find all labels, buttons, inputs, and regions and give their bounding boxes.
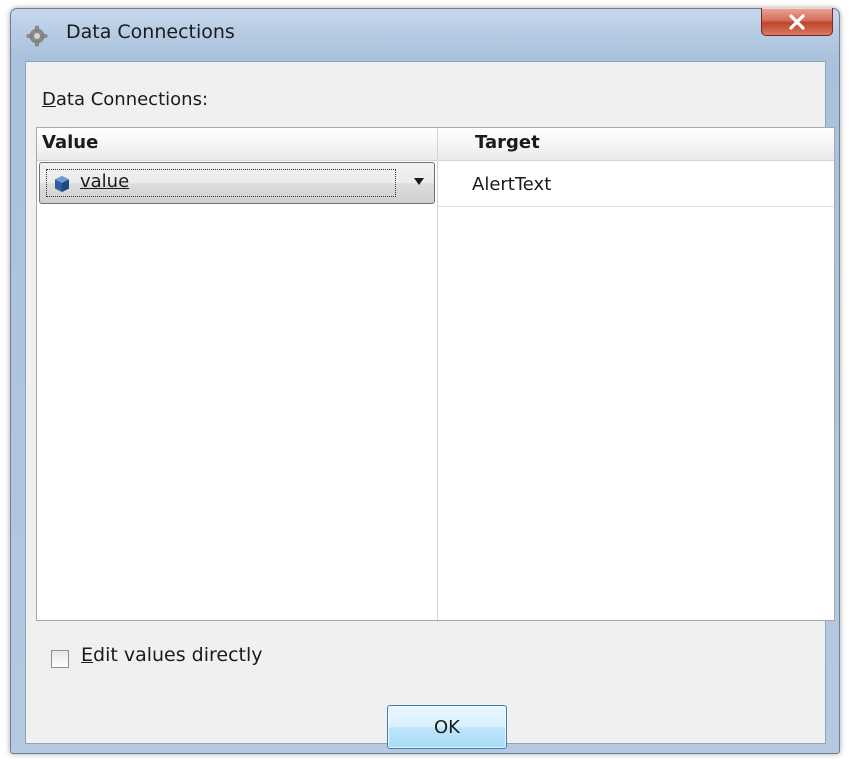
grid-header: Value Target bbox=[37, 128, 834, 161]
edit-values-checkbox[interactable] bbox=[51, 650, 69, 668]
dialog-body: Data Connections: Value Target value Ale… bbox=[25, 61, 835, 749]
title-bar[interactable]: Data Connections bbox=[11, 8, 839, 61]
column-header-value[interactable]: Value bbox=[42, 132, 98, 153]
dropdown-arrow-icon bbox=[414, 178, 424, 185]
checkbox-mnemonic: E bbox=[81, 644, 94, 666]
close-icon bbox=[789, 13, 805, 30]
label-text: ata Connections: bbox=[55, 89, 209, 110]
column-header-target[interactable]: Target bbox=[475, 132, 540, 153]
target-cell: AlertText bbox=[472, 174, 552, 195]
close-button[interactable] bbox=[761, 8, 833, 36]
column-divider bbox=[437, 128, 438, 620]
data-connections-label: Data Connections: bbox=[42, 89, 208, 110]
checkbox-text: dit values directly bbox=[93, 644, 263, 666]
window-title: Data Connections bbox=[66, 21, 235, 43]
dialog-window: Data Connections Data Connections: Value… bbox=[10, 8, 840, 754]
connections-grid: Value Target value AlertText bbox=[36, 127, 835, 621]
ok-button[interactable]: OK bbox=[387, 705, 507, 749]
label-mnemonic: D bbox=[42, 89, 56, 110]
edit-values-label[interactable]: Edit values directly bbox=[81, 644, 263, 666]
value-dropdown[interactable]: value bbox=[39, 162, 435, 204]
row-separator bbox=[438, 206, 834, 207]
cube-icon bbox=[55, 176, 69, 192]
gear-icon bbox=[26, 25, 48, 47]
dropdown-value: value bbox=[80, 171, 130, 192]
